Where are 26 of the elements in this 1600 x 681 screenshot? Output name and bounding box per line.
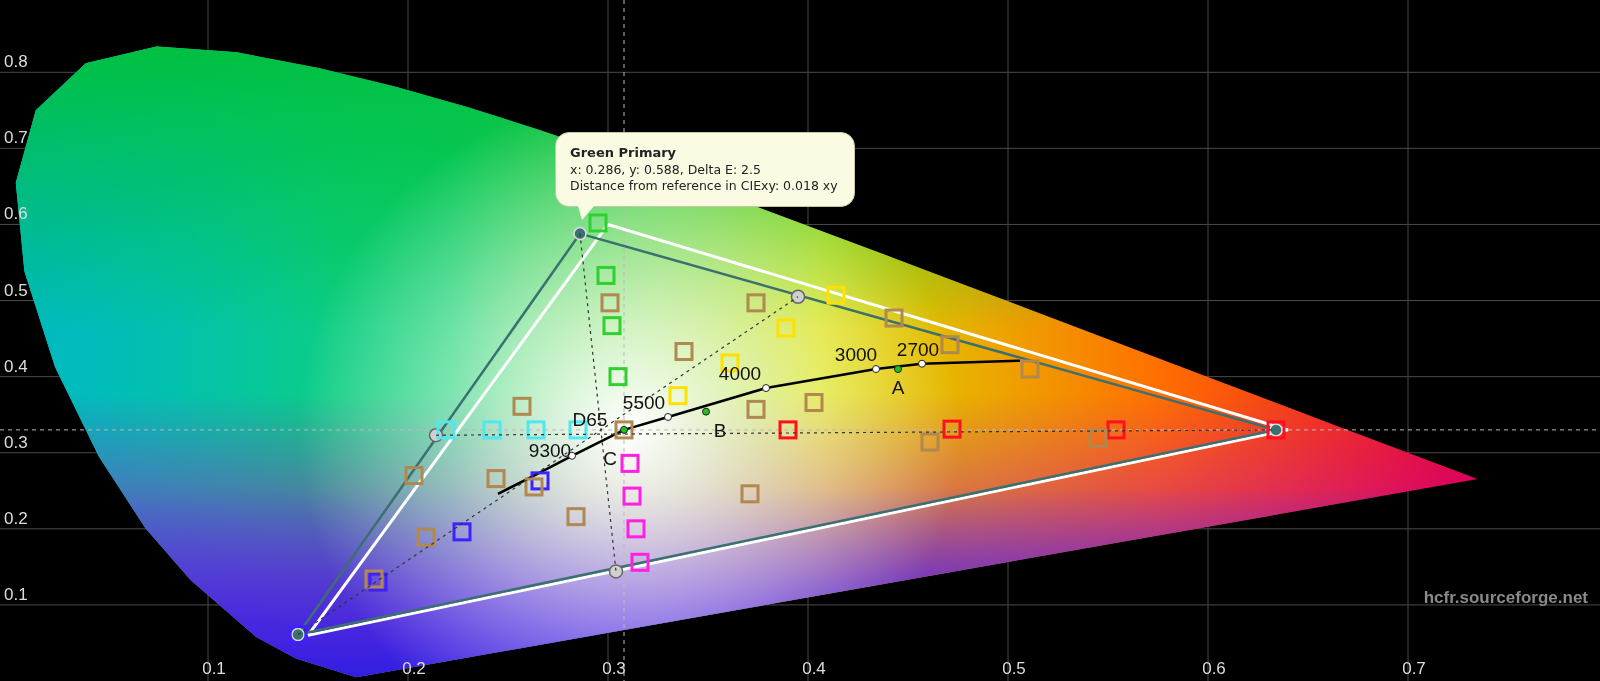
curve-label: 4000 bbox=[718, 363, 762, 385]
axis-tick-label: 0.1 bbox=[202, 659, 226, 678]
axis-tick-label: 0.5 bbox=[1002, 659, 1026, 678]
tooltip-title: Green Primary bbox=[570, 145, 678, 162]
curve-label: 5500 bbox=[622, 392, 666, 413]
axis-tick-label: 0.7 bbox=[4, 128, 28, 148]
tooltip-text: Distance from reference in CIExy: 0.018 xy bbox=[570, 178, 838, 195]
curve-label: A bbox=[891, 377, 905, 399]
curve-label: 3000 bbox=[834, 344, 878, 366]
curve-label: D65 bbox=[572, 408, 608, 430]
axis-tick-label: 0.1 bbox=[4, 584, 28, 604]
axis-tick-label: 0.8 bbox=[4, 52, 28, 72]
credit-text: hcfr.sourceforge.net bbox=[1423, 588, 1588, 607]
tooltip-text: x: 0.286, y: 0.588, Delta E: 2.5 bbox=[570, 161, 762, 179]
curve-label: 2700 bbox=[896, 338, 940, 360]
axis-tick-label: 0.3 bbox=[4, 432, 28, 452]
axis-tick-label: 0.4 bbox=[802, 659, 826, 678]
axis-tick-label: 0.6 bbox=[1202, 659, 1226, 678]
curve-label: 9300 bbox=[528, 439, 572, 461]
curve-label: C bbox=[603, 447, 617, 469]
axis-tick-label: 0.4 bbox=[4, 356, 28, 376]
axis-tick-label: 0.5 bbox=[4, 280, 28, 300]
axis-tick-label: 0.3 bbox=[602, 659, 626, 678]
axis-tick-label: 0.2 bbox=[4, 508, 28, 528]
axis-tick-label: 0.7 bbox=[1402, 659, 1426, 678]
curve-label: B bbox=[713, 419, 727, 441]
